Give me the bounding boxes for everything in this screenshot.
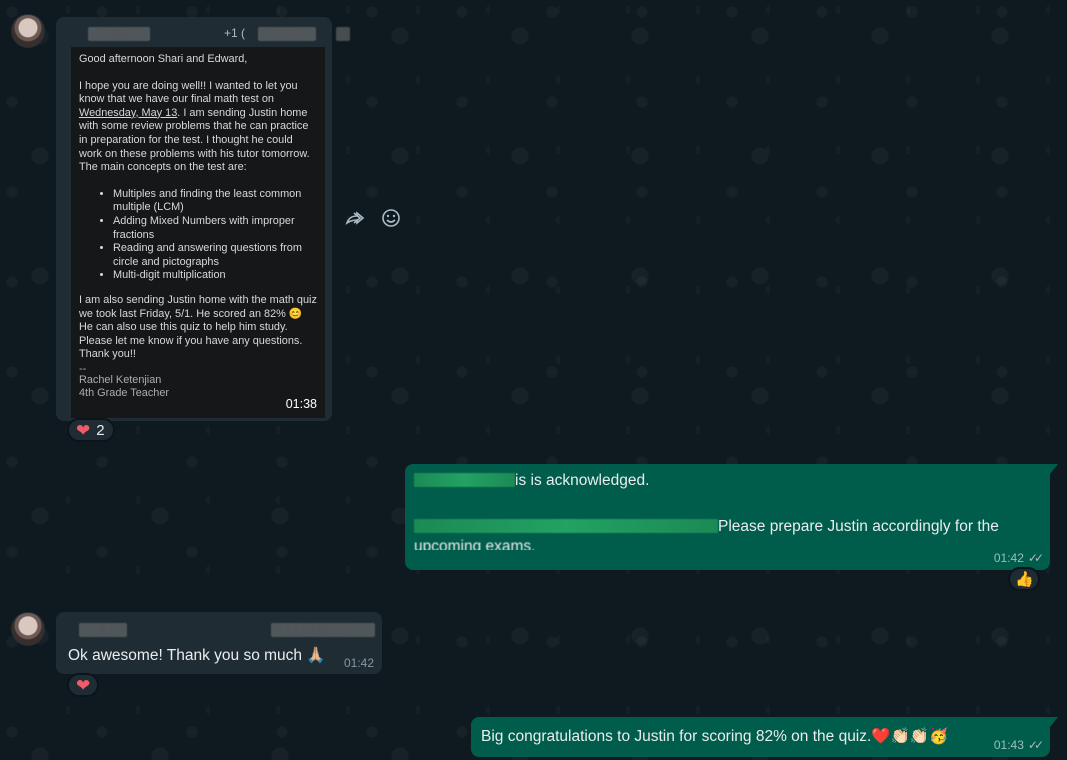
bubble-tail <box>1050 464 1058 474</box>
doc-bullet: Reading and answering questions from cir… <box>113 242 317 269</box>
message-text: Big congratulations to Justin for scorin… <box>481 728 949 745</box>
redacted-text <box>414 473 515 487</box>
doc-concept-list: Multiples and finding the least common m… <box>79 188 317 283</box>
read-ticks-icon: ✓✓ <box>1027 551 1044 565</box>
bubble-tail <box>1050 717 1058 727</box>
message-bubble-incoming[interactable]: Ok awesome! Thank you so much 🙏🏼 01:42 <box>56 612 382 674</box>
sender-phone-redacted-tail <box>336 27 350 41</box>
message-time: 01:42 <box>343 656 374 670</box>
message-text: Ok awesome! Thank you so much 🙏🏼 <box>68 647 326 664</box>
doc-bullet: Multiples and finding the least common m… <box>113 188 317 215</box>
redacted-text <box>414 519 718 533</box>
message-meta: 01:43 ✓✓ <box>993 738 1044 752</box>
emoji-react-icon[interactable] <box>377 204 405 232</box>
doc-signature-name: Rachel Ketenjian <box>79 373 162 386</box>
sender-name-redacted <box>88 27 150 41</box>
message-bubble-outgoing[interactable]: is is acknowledged. Please prepare Justi… <box>405 464 1050 570</box>
heart-icon: ❤ <box>76 675 91 695</box>
message-text-line-2: Please prepare Justin accordingly for th… <box>414 518 999 536</box>
sender-phone: +1 ( <box>224 26 246 40</box>
doc-signature-title: 4th Grade Teacher <box>79 387 170 400</box>
reaction-count: 2 <box>96 421 105 439</box>
doc-paragraph-1: I hope you are doing well!! I wanted to … <box>79 80 317 175</box>
doc-date: Wednesday, May 13 <box>79 106 178 119</box>
avatar[interactable] <box>11 14 45 48</box>
message-meta: 01:42 ✓✓ <box>993 551 1044 565</box>
sender-phone-redacted <box>258 27 316 41</box>
reaction-badge[interactable]: 👍 <box>1008 567 1040 591</box>
message-time: 01:43 <box>993 738 1024 752</box>
reaction-badge[interactable]: ❤ <box>67 673 99 697</box>
sender-header: +1 ( <box>80 26 350 42</box>
doc-paragraph-2: I am also sending Justin home with the m… <box>79 293 317 361</box>
message-image-document[interactable]: Good afternoon Shari and Edward, I hope … <box>71 47 325 418</box>
reaction-badge[interactable]: ❤ 2 <box>67 418 115 442</box>
doc-bullet: Multi-digit multiplication <box>113 269 317 283</box>
doc-greeting: Good afternoon Shari and Edward, <box>79 53 248 65</box>
forward-icon[interactable] <box>341 204 369 232</box>
sender-phone-redacted <box>271 623 375 637</box>
message-text-part: Please prepare Justin accordingly for th… <box>718 518 999 535</box>
thumbs-up-icon: 👍 <box>1015 571 1034 588</box>
message-text-part: is is acknowledged. <box>515 472 650 489</box>
message-text-line-1: is is acknowledged. <box>414 472 649 490</box>
read-ticks-icon: ✓✓ <box>1027 738 1044 752</box>
message-bubble-outgoing[interactable]: Big congratulations to Justin for scorin… <box>471 717 1050 757</box>
avatar[interactable] <box>11 612 45 646</box>
message-time: 01:42 <box>993 551 1024 565</box>
doc-bullet: Adding Mixed Numbers with improper fract… <box>113 215 317 242</box>
message-text-part: upcoming exams. <box>414 538 536 550</box>
sender-name-redacted <box>79 623 127 637</box>
message-text-line-3: upcoming exams. <box>414 538 535 550</box>
doc-signature-dash: -- <box>79 362 87 375</box>
message-time: 01:38 <box>285 397 317 412</box>
doc-paragraph-1-start: I hope you are doing well!! I wanted to … <box>79 79 298 106</box>
heart-icon: ❤ <box>76 420 91 440</box>
